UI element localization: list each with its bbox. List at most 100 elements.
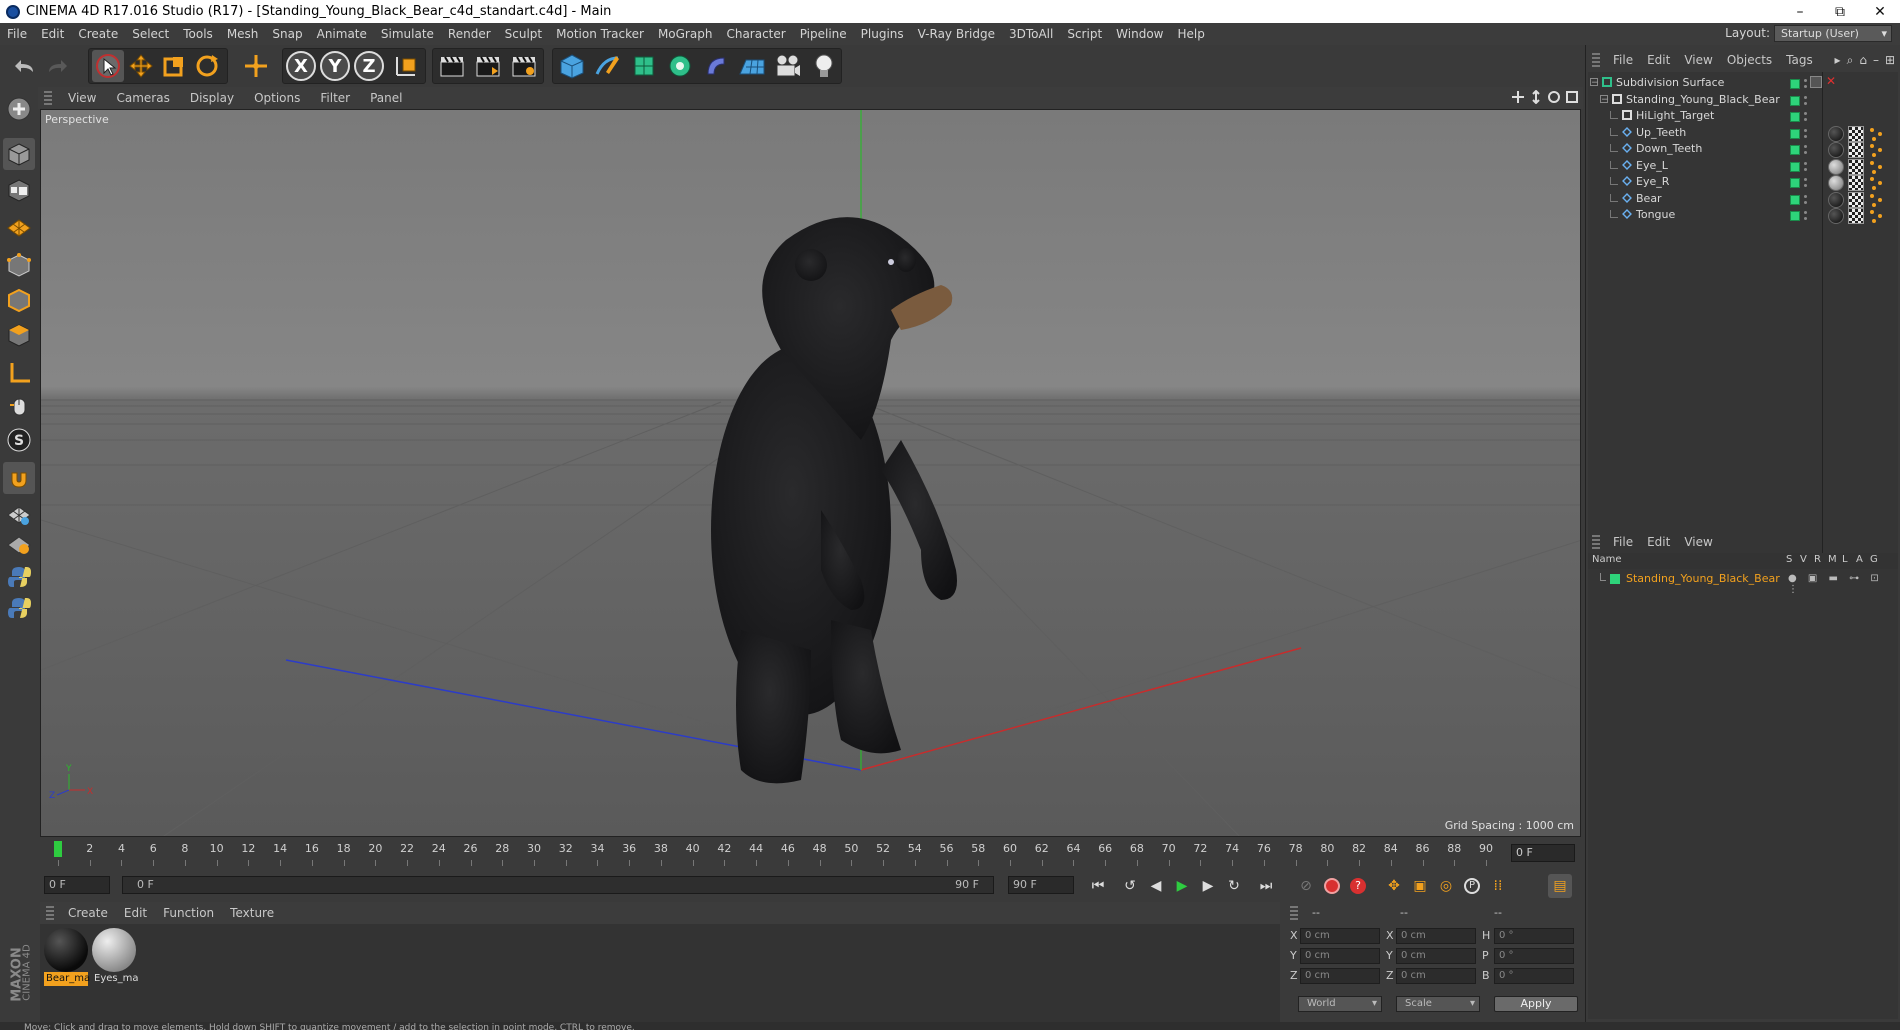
menu-create[interactable]: Create (71, 27, 125, 41)
rot-b-field[interactable]: 0 ° (1494, 968, 1574, 984)
size-mode-dropdown[interactable]: Scale ▾ (1396, 996, 1480, 1012)
move-view-icon[interactable] (1511, 90, 1525, 104)
menu-snap[interactable]: Snap (265, 27, 309, 41)
material-menu-texture[interactable]: Texture (222, 906, 282, 920)
menu-mesh[interactable]: Mesh (220, 27, 266, 41)
search-icon[interactable]: ⌕ (1847, 53, 1854, 68)
menu-window[interactable]: Window (1109, 27, 1170, 41)
record-button[interactable] (1320, 874, 1344, 898)
visibility-dots-icon[interactable] (1804, 95, 1807, 107)
prev-frame-button[interactable]: ◀ (1144, 874, 1168, 898)
keyframe-selection-button[interactable]: ⊘ (1294, 874, 1318, 898)
restore-button[interactable]: ⧉ (1820, 0, 1860, 23)
menu-select[interactable]: Select (125, 27, 176, 41)
viewport-menu-filter[interactable]: Filter (310, 91, 360, 105)
menu-tools[interactable]: Tools (176, 27, 220, 41)
key-rotation-button[interactable]: ◎ (1434, 874, 1458, 898)
menu-simulate[interactable]: Simulate (374, 27, 441, 41)
light-button[interactable] (808, 50, 840, 82)
make-editable-button[interactable] (3, 93, 35, 125)
frame-ruler[interactable]: 0246810121416182022242628303234363840424… (50, 840, 1510, 868)
prev-key-button[interactable]: ↺ (1118, 874, 1142, 898)
workplane-snap-button[interactable] (3, 498, 35, 530)
deformer-button[interactable] (700, 50, 732, 82)
layer-color-icon[interactable] (1790, 145, 1800, 155)
x-axis-lock-button[interactable]: X (285, 50, 317, 82)
material-swatch[interactable]: Eyes_ma (92, 928, 138, 986)
spline-pen-button[interactable] (592, 50, 624, 82)
camera-button[interactable] (772, 50, 804, 82)
column-solo[interactable]: S (1786, 554, 1792, 565)
uvw-tag-icon[interactable] (1848, 208, 1864, 224)
menu-help[interactable]: Help (1170, 27, 1211, 41)
visibility-dots-icon[interactable] (1804, 144, 1807, 156)
layer-color-icon[interactable] (1790, 194, 1800, 205)
coordinate-system-button[interactable] (390, 50, 422, 82)
layout-dropdown[interactable]: Startup (User) ▾ (1774, 25, 1892, 42)
viewport-menu-view[interactable]: View (58, 91, 106, 105)
column-locked[interactable]: L (1842, 554, 1848, 565)
object-menu-view[interactable]: View (1677, 53, 1719, 67)
menu-vray-bridge[interactable]: V-Ray Bridge (911, 27, 1002, 41)
go-to-start-button[interactable]: ⏮ (1086, 874, 1110, 898)
snap-settings-button[interactable] (3, 462, 35, 494)
scale-tool-button[interactable] (158, 50, 190, 82)
snap-button[interactable]: S (3, 424, 35, 456)
layer-menu-edit[interactable]: Edit (1640, 535, 1677, 549)
current-frame-field[interactable]: 0 F (1511, 844, 1575, 862)
expand-panel-icon[interactable]: ⊞ (1885, 53, 1895, 68)
layer-color-icon[interactable] (1790, 211, 1800, 221)
playhead-marker[interactable] (54, 841, 62, 857)
key-position-button[interactable]: ✥ (1382, 874, 1406, 898)
z-axis-lock-button[interactable]: Z (353, 50, 385, 82)
menu-3dtoall[interactable]: 3DToAll (1002, 27, 1060, 41)
material-menu-function[interactable]: Function (155, 906, 222, 920)
menu-mograph[interactable]: MoGraph (651, 27, 720, 41)
polygons-mode-button[interactable] (3, 319, 35, 351)
expand-toggle-icon[interactable]: − (1600, 94, 1609, 104)
layer-color-icon[interactable] (1790, 161, 1800, 172)
pos-y-field[interactable]: 0 cm (1300, 948, 1380, 964)
timeline-button[interactable]: ▤ (1548, 874, 1572, 898)
pos-z-field[interactable]: 0 cm (1300, 968, 1380, 984)
zoom-view-icon[interactable] (1529, 90, 1543, 104)
cloner-button[interactable] (664, 50, 696, 82)
material-menu-create[interactable]: Create (60, 906, 116, 920)
perspective-viewport[interactable]: Y Z X Perspective Grid Spacing : 1000 cm (40, 109, 1581, 837)
menu-file[interactable]: File (0, 27, 34, 41)
frame-range-slider[interactable]: 0 F 90 F (122, 876, 994, 894)
viewport-menu-panel[interactable]: Panel (360, 91, 412, 105)
next-key-button[interactable]: ↻ (1222, 874, 1246, 898)
subdivision-surface-button[interactable] (628, 50, 660, 82)
next-frame-button[interactable]: ▶ (1196, 874, 1220, 898)
visibility-dots-icon[interactable] (1804, 194, 1807, 206)
rot-p-field[interactable]: 0 ° (1494, 948, 1574, 964)
close-icon[interactable]: ✕ (1826, 74, 1836, 88)
size-y-field[interactable]: 0 cm (1396, 948, 1476, 964)
cube-object-button[interactable] (556, 50, 588, 82)
menu-edit[interactable]: Edit (34, 27, 71, 41)
play-button[interactable]: ▶ (1170, 874, 1194, 898)
python-script-button-1[interactable] (3, 561, 35, 593)
recent-tool-button[interactable] (240, 50, 272, 82)
timeline-ruler[interactable]: 0246810121416182022242628303234363840424… (40, 840, 1581, 870)
rotate-tool-button[interactable] (191, 50, 223, 82)
model-mode-button[interactable] (3, 138, 35, 170)
layer-color-icon[interactable] (1790, 178, 1800, 188)
menu-sculpt[interactable]: Sculpt (498, 27, 549, 41)
viewport-menu-options[interactable]: Options (244, 91, 310, 105)
redo-button[interactable] (42, 50, 74, 82)
object-menu-tags[interactable]: Tags (1779, 53, 1820, 67)
layer-menu-file[interactable]: File (1606, 535, 1640, 549)
layer-menu-view[interactable]: View (1677, 535, 1719, 549)
edges-mode-button[interactable] (3, 284, 35, 316)
more-arrow-icon[interactable]: ▸ (1835, 53, 1841, 68)
layer-color-icon[interactable] (1790, 95, 1800, 106)
material-menu-edit[interactable]: Edit (116, 906, 155, 920)
live-selection-button[interactable] (92, 50, 124, 82)
object-row[interactable]: Tongue (1588, 206, 1898, 226)
y-axis-lock-button[interactable]: Y (319, 50, 351, 82)
column-name[interactable]: Name (1592, 554, 1622, 565)
menu-character[interactable]: Character (719, 27, 792, 41)
tweak-mode-button[interactable] (3, 390, 35, 422)
